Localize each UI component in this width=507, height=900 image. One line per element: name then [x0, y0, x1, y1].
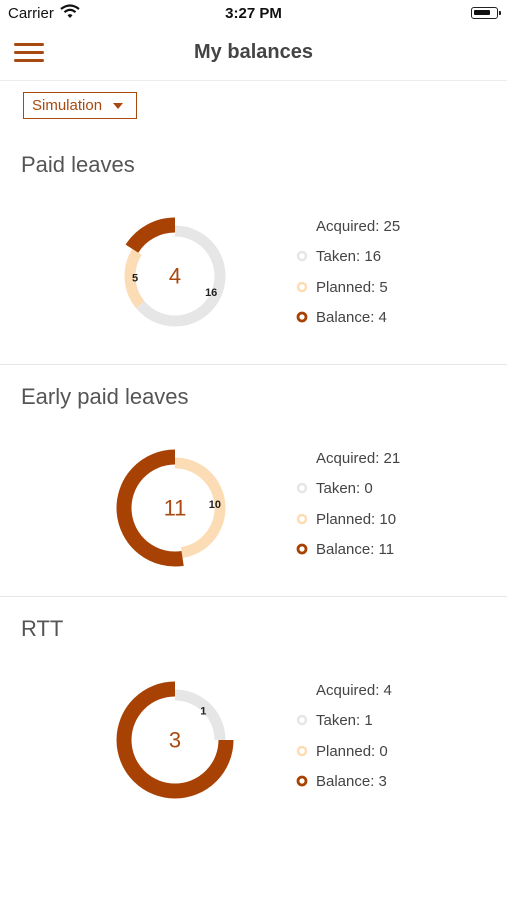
legend-balance-label: Balance: 4: [316, 309, 387, 326]
legend-balance-label: Balance: 3: [316, 773, 387, 790]
legend-taken-label: Taken: 0: [316, 480, 373, 497]
donut-chart: 1 3: [116, 681, 234, 799]
taken-arc: [174, 689, 226, 741]
balance-ring-icon: [296, 311, 308, 323]
simulation-dropdown[interactable]: Simulation: [23, 92, 137, 119]
center-value: 11: [164, 496, 187, 521]
planned-ring-icon: [296, 281, 308, 293]
caret-down-icon: [113, 103, 123, 109]
legend-taken-label: Taken: 1: [316, 712, 373, 729]
balance-arc: [125, 217, 176, 253]
section-title: RTT: [21, 616, 64, 641]
center-value: 4: [169, 264, 181, 289]
taken-ring-icon: [296, 482, 308, 494]
legend-acquired-label: Acquired: 21: [316, 450, 401, 467]
balance-ring-icon: [296, 543, 308, 555]
clock: 3:27 PM: [225, 5, 282, 22]
taken-value-label: 16: [205, 287, 217, 299]
divider: [0, 364, 507, 365]
status-bar: Carrier 3:27 PM: [0, 0, 507, 26]
legend-balance-label: Balance: 11: [316, 541, 395, 558]
donut-chart: 10 11: [116, 449, 226, 567]
battery-icon: [471, 7, 501, 19]
taken-value-label: 1: [200, 706, 206, 718]
page-title: My balances: [194, 41, 313, 63]
balance-ring-icon: [296, 775, 308, 787]
planned-value-label: 5: [132, 273, 138, 285]
center-value: 3: [169, 728, 181, 753]
taken-ring-icon: [296, 250, 308, 262]
section-title: Paid leaves: [21, 152, 135, 177]
navigation-bar: My balances: [0, 26, 507, 81]
legend-acquired-label: Acquired: 25: [316, 218, 401, 235]
donut-chart: 16 5 4: [124, 217, 226, 327]
planned-value-label: 10: [209, 499, 221, 511]
section-title: Early paid leaves: [21, 384, 189, 409]
legend-planned-label: Planned: 10: [316, 511, 397, 528]
legend-taken-label: Taken: 16: [316, 248, 382, 265]
legend-acquired-label: Acquired: 4: [316, 682, 392, 699]
legend-planned-label: Planned: 0: [316, 743, 388, 760]
simulation-dropdown-label: Simulation: [32, 97, 103, 114]
divider: [0, 596, 507, 597]
planned-ring-icon: [296, 513, 308, 525]
taken-ring-icon: [296, 714, 308, 726]
legend-planned-label: Planned: 5: [316, 279, 388, 296]
planned-ring-icon: [296, 745, 308, 757]
